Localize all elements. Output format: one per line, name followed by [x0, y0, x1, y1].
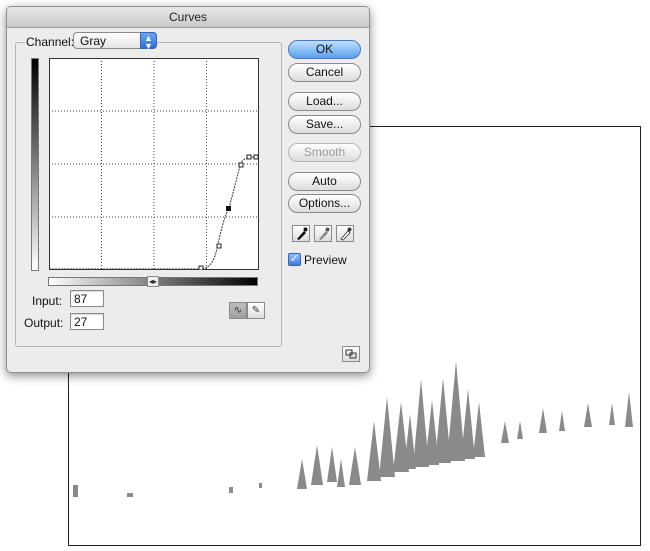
preview-checkbox[interactable]: ✓	[288, 253, 301, 266]
output-label: Output:	[24, 316, 64, 330]
ok-button[interactable]: OK	[288, 40, 361, 59]
input-field[interactable]: 87	[70, 290, 104, 307]
save-button[interactable]: Save...	[288, 115, 361, 134]
select-arrows-icon: ▲ ▼	[140, 32, 157, 51]
curve-point-icon[interactable]: ∿	[229, 302, 247, 319]
pencil-icon[interactable]: ✎	[247, 302, 265, 319]
curve-graph[interactable]	[49, 58, 259, 270]
output-field[interactable]: 27	[70, 313, 104, 330]
dialog-title: Curves	[7, 7, 369, 28]
auto-button[interactable]: Auto	[288, 172, 361, 191]
curves-dialog: Curves Channel: Gray ▲ ▼ ◂▸ Input: 87 Out…	[6, 6, 370, 373]
curve-point[interactable]	[216, 243, 222, 249]
channel-label: Channel:	[25, 35, 76, 49]
input-label: Input:	[32, 294, 63, 308]
expand-view-icon[interactable]	[342, 346, 360, 362]
curve-point[interactable]	[246, 154, 252, 160]
output-gradient-bar	[31, 58, 39, 271]
curve-point[interactable]	[198, 265, 204, 270]
cancel-button[interactable]: Cancel	[288, 63, 361, 82]
load-button[interactable]: Load...	[288, 92, 361, 111]
gray-eyedropper-icon[interactable]	[314, 225, 332, 242]
gradient-toggle-icon[interactable]: ◂▸	[147, 276, 159, 287]
preview-label: Preview	[304, 253, 347, 267]
white-eyedropper-icon[interactable]	[336, 225, 354, 242]
smooth-button[interactable]: Smooth	[288, 143, 361, 162]
black-eyedropper-icon[interactable]	[292, 225, 310, 242]
channel-select[interactable]: Gray ▲ ▼	[73, 32, 157, 51]
channel-select-value: Gray	[80, 34, 107, 48]
curve-point[interactable]	[253, 154, 259, 160]
selected-curve-point[interactable]	[226, 206, 231, 211]
curve-point[interactable]	[238, 162, 244, 168]
options-button[interactable]: Options...	[288, 194, 361, 213]
